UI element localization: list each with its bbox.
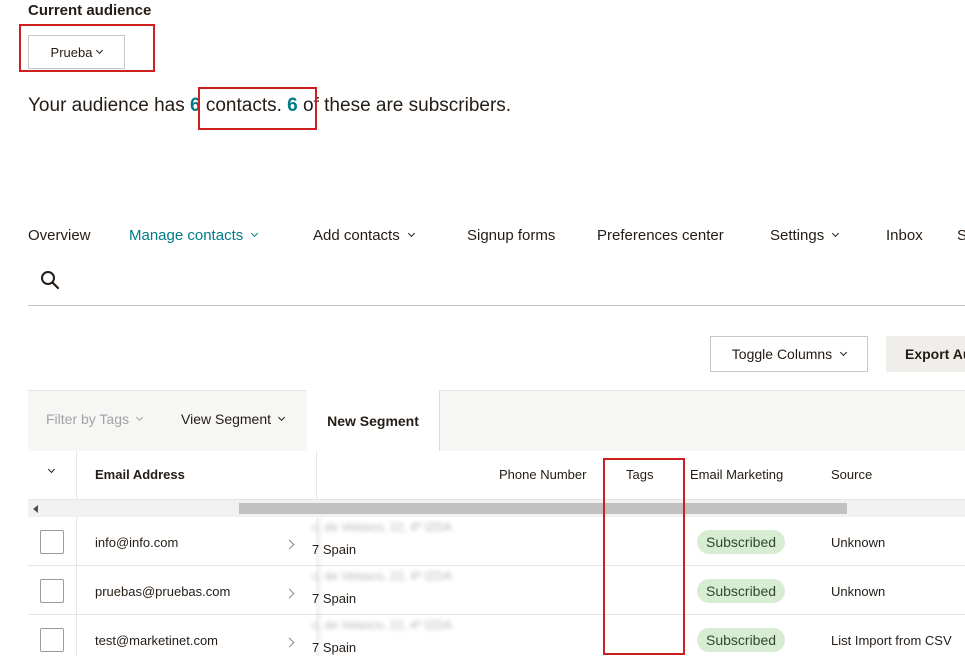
status-badge: Subscribed	[697, 530, 786, 554]
filter-by-tags-dropdown[interactable]: Filter by Tags	[46, 411, 144, 427]
status-badge: Subscribed	[697, 579, 786, 603]
nav-label: Inbox	[886, 226, 923, 244]
new-segment-label: New Segment	[327, 412, 419, 429]
column-header-tags[interactable]: Tags	[626, 467, 653, 482]
chevron-down-icon	[832, 229, 840, 237]
chevron-down-icon	[277, 413, 286, 421]
nav-label: Manage contacts	[129, 226, 244, 244]
status-badge-label: Subscribed	[706, 534, 777, 550]
column-header-email[interactable]: Email Address	[95, 467, 185, 482]
chevron-down-icon	[407, 229, 415, 237]
view-segment-dropdown[interactable]: View Segment	[181, 411, 286, 427]
contact-source: Unknown	[831, 584, 886, 599]
chevron-down-icon	[135, 413, 144, 421]
nav-label: Settings	[770, 226, 825, 244]
scrollbar-thumb[interactable]	[239, 503, 847, 514]
contact-email[interactable]: pruebas@pruebas.com	[95, 584, 230, 599]
nav-label: Signup forms	[467, 226, 556, 244]
nav-inbox[interactable]: Inbox	[886, 224, 957, 246]
nav-label: Preferences center	[597, 226, 724, 244]
search-icon[interactable]	[40, 270, 60, 290]
filter-divider	[439, 390, 440, 451]
audience-select-value: Prueba	[50, 44, 93, 60]
contact-source: List Import from CSV	[831, 633, 952, 648]
chevron-down-icon	[96, 46, 104, 54]
subscribers-count-link[interactable]: 6	[287, 95, 298, 116]
contact-address-redacted: c. de Velasco, 22, 4º IZDA	[312, 520, 452, 534]
filter-by-tags-label: Filter by Tags	[46, 411, 129, 427]
column-header-phone[interactable]: Phone Number	[499, 467, 586, 482]
sticky-column-shadow	[316, 517, 324, 656]
contacts-count-link[interactable]: 6	[190, 95, 201, 116]
nav-manage-contacts[interactable]: Manage contacts	[129, 224, 313, 246]
export-audience-button[interactable]: Export Au	[886, 336, 965, 372]
audience-summary: Your audience has 6 contacts. 6 of these…	[28, 95, 511, 117]
nav-label: S	[957, 226, 965, 244]
new-segment-button[interactable]: New Segment	[307, 390, 439, 451]
column-divider	[76, 517, 77, 656]
row-checkbox[interactable]	[40, 530, 64, 554]
nav-settings[interactable]: Settings	[770, 224, 886, 246]
filter-bar	[28, 390, 965, 451]
nav-overview[interactable]: Overview	[28, 224, 129, 246]
view-segment-label: View Segment	[181, 411, 272, 427]
row-checkbox[interactable]	[40, 628, 64, 652]
audience-nav: Overview Manage contacts Add contacts Si…	[28, 224, 965, 246]
nav-signup-forms[interactable]: Signup forms	[467, 224, 597, 246]
chevron-down-icon	[251, 229, 259, 237]
status-badge: Subscribed	[697, 628, 786, 652]
chevron-down-icon	[840, 348, 848, 356]
nav-label: Overview	[28, 226, 91, 244]
toggle-columns-button[interactable]: Toggle Columns	[710, 336, 868, 372]
summary-prefix: Your audience has	[28, 95, 190, 116]
nav-add-contacts[interactable]: Add contacts	[313, 224, 467, 246]
status-badge-label: Subscribed	[706, 632, 777, 648]
row-checkbox[interactable]	[40, 579, 64, 603]
contact-address-redacted: c. de Velasco, 22, 4º IZDA	[312, 618, 452, 632]
column-header-source[interactable]: Source	[831, 467, 872, 482]
nav-preferences-center[interactable]: Preferences center	[597, 224, 770, 246]
current-audience-label: Current audience	[28, 2, 152, 19]
contact-email[interactable]: info@info.com	[95, 535, 178, 550]
status-badge-label: Subscribed	[706, 583, 777, 599]
summary-suffix: of these are subscribers.	[297, 95, 512, 116]
search-underline	[28, 305, 965, 306]
export-label: Export Au	[905, 346, 965, 362]
toggle-columns-label: Toggle Columns	[731, 346, 833, 362]
summary-contacts-word: contacts.	[200, 95, 282, 116]
contact-email[interactable]: test@marketinet.com	[95, 633, 218, 648]
scroll-left-arrow-icon[interactable]	[33, 505, 38, 513]
column-divider	[316, 451, 317, 500]
contact-address-redacted: c. de Velasco, 22, 4º IZDA	[312, 569, 452, 583]
nav-overflow[interactable]: S	[957, 224, 965, 246]
contact-source: Unknown	[831, 535, 886, 550]
column-divider	[76, 451, 77, 500]
column-header-email-marketing[interactable]: Email Marketing	[690, 467, 783, 482]
nav-label: Add contacts	[313, 226, 400, 244]
audience-select[interactable]: Prueba	[28, 35, 125, 69]
